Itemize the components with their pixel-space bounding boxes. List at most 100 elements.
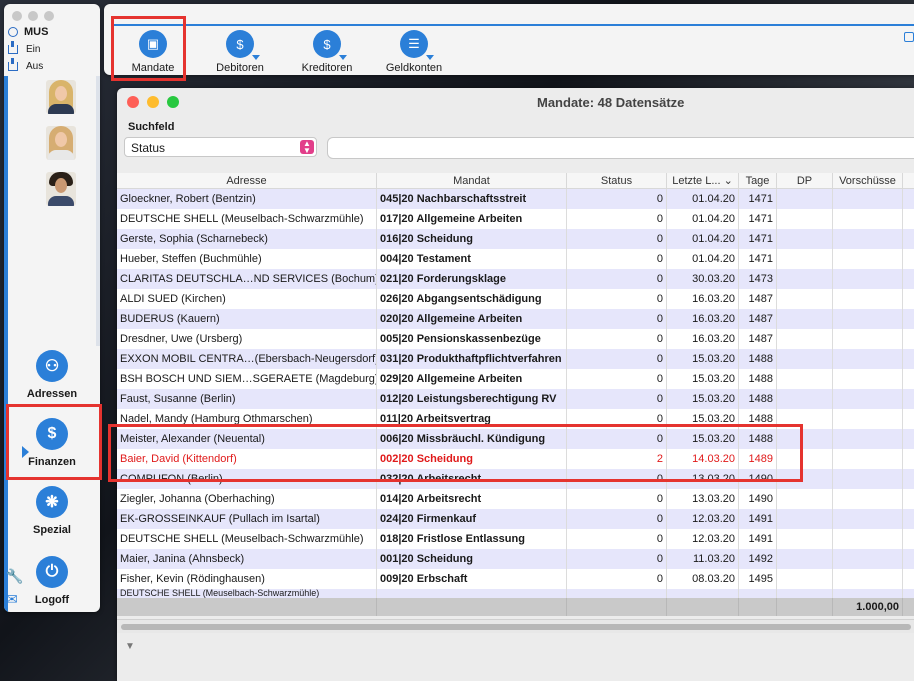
cell-adresse: DEUTSCHE SHELL (Meuselbach-Schwarzmühle) <box>117 209 377 229</box>
cell-tage: 1495 <box>739 569 777 589</box>
table-footer: 1.000,00 <box>117 598 914 616</box>
nav-finanzen[interactable]: $ Finanzen <box>4 418 100 468</box>
table-row[interactable]: DEUTSCHE SHELL (Meuselbach-Schwarzmühle)… <box>117 529 914 549</box>
horizontal-scrollbar[interactable] <box>117 619 914 633</box>
cell-tage: 1488 <box>739 349 777 369</box>
nav-spezial[interactable]: ❋ Spezial <box>4 486 100 536</box>
cell-vorschuesse <box>833 529 903 549</box>
table-row[interactable]: Maier, Janina (Ahnsbeck) 001|20 Scheidung… <box>117 549 914 569</box>
table-row[interactable]: Baier, David (Kittendorf) 002|20 Scheidun… <box>117 449 914 469</box>
wrench-icon[interactable]: 🔧 <box>6 568 23 585</box>
tool-icons: 🔧 ✉ <box>6 568 23 608</box>
table-row[interactable]: EK-GROSSEINKAUF (Pullach im Isartal) 024|… <box>117 509 914 529</box>
close-button[interactable] <box>12 11 22 21</box>
nav-adressen[interactable]: ⚇ Adressen <box>4 350 100 400</box>
toolbar-geldkonten[interactable]: ☰ Geldkonten <box>379 30 449 74</box>
table-row-partial[interactable]: DEUTSCHE SHELL (Meuselbach-Schwarzmühle) <box>117 589 914 598</box>
power-icon: ⏻ <box>36 556 68 588</box>
cell-adresse: DEUTSCHE SHELL (Meuselbach-Schwarzmühle) <box>117 529 377 549</box>
toolbar-kreditoren[interactable]: $ Kreditoren <box>292 30 362 74</box>
cell-status: 0 <box>567 429 667 449</box>
screen-icon[interactable] <box>904 32 914 42</box>
cell-mandat: 016|20 Scheidung <box>377 229 567 249</box>
cell-dp <box>777 489 833 509</box>
toolbar-geldkonten-label: Geldkonten <box>385 62 443 74</box>
col-adresse[interactable]: Adresse <box>117 173 377 188</box>
cell-vorschuesse <box>833 329 903 349</box>
table-row[interactable]: CLARITAS DEUTSCHLA…ND SERVICES (Bochum) 0… <box>117 269 914 289</box>
table-row[interactable]: Hueber, Steffen (Buchmühle) 004|20 Testam… <box>117 249 914 269</box>
cell-rest <box>903 309 914 329</box>
suchfeld-label: Suchfeld <box>128 121 175 133</box>
mail-icon[interactable]: ✉ <box>6 591 23 608</box>
cell-mandat: 021|20 Forderungsklage <box>377 269 567 289</box>
cell-vorschuesse <box>833 289 903 309</box>
avatar[interactable] <box>46 172 76 206</box>
cell-dp <box>777 549 833 569</box>
clock-in-button[interactable]: Ein <box>8 41 41 55</box>
cell-rest <box>903 489 914 509</box>
cell-adresse: EK-GROSSEINKAUF (Pullach im Isartal) <box>117 509 377 529</box>
table-row[interactable]: Fisher, Kevin (Rödinghausen) 009|20 Erbsc… <box>117 569 914 589</box>
avatar[interactable] <box>46 80 76 114</box>
table-row[interactable]: Meister, Alexander (Neuental) 006|20 Miss… <box>117 429 914 449</box>
cell-letzte: 12.03.20 <box>667 509 739 529</box>
cell-dp <box>777 529 833 549</box>
cell-rest <box>903 529 914 549</box>
people-icon: ⚇ <box>36 350 68 382</box>
col-vorschuesse[interactable]: Vorschüsse <box>833 173 903 188</box>
minimize-button[interactable] <box>28 11 38 21</box>
cell-adresse: Faust, Susanne (Berlin) <box>117 389 377 409</box>
table-row[interactable]: COMPUFON (Berlin) 032|20 Arbeitsrecht 0 13.… <box>117 469 914 489</box>
cell-status: 0 <box>567 229 667 249</box>
cell-status: 0 <box>567 389 667 409</box>
col-tage[interactable]: Tage <box>739 173 777 188</box>
minimize-button[interactable] <box>147 96 159 108</box>
user-name: MUS <box>24 26 49 38</box>
search-input[interactable] <box>327 137 914 159</box>
avatar[interactable] <box>46 126 76 160</box>
table-row[interactable]: Dresdner, Uwe (Ursberg) 005|20 Pensionska… <box>117 329 914 349</box>
cell-rest <box>903 209 914 229</box>
col-status[interactable]: Status <box>567 173 667 188</box>
table-row[interactable]: Nadel, Mandy (Hamburg Othmarschen) 011|20… <box>117 409 914 429</box>
table-row[interactable]: EXXON MOBIL CENTRA…(Ebersbach-Neugersdor… <box>117 349 914 369</box>
cell-vorschuesse <box>833 249 903 269</box>
table-row[interactable]: ALDI SUED (Kirchen) 026|20 Abgangsentschä… <box>117 289 914 309</box>
table-row[interactable]: BSH BOSCH UND SIEM…SGERAETE (Magdeburg) 0… <box>117 369 914 389</box>
table-row[interactable]: Ziegler, Johanna (Oberhaching) 014|20 Arb… <box>117 489 914 509</box>
disclosure-triangle-icon[interactable]: ▼ <box>125 641 135 652</box>
close-button[interactable] <box>127 96 139 108</box>
table-row[interactable]: Gerste, Sophia (Scharnebeck) 016|20 Schei… <box>117 229 914 249</box>
cell-tage: 1488 <box>739 389 777 409</box>
cell-vorschuesse <box>833 469 903 489</box>
toolbar-mandate-label: Mandate <box>131 62 175 74</box>
zoom-button[interactable] <box>44 11 54 21</box>
zoom-button[interactable] <box>167 96 179 108</box>
toolbar-debitoren[interactable]: $ Debitoren <box>205 30 275 74</box>
col-dp[interactable]: DP <box>777 173 833 188</box>
ein-label: Ein <box>26 44 41 55</box>
toolbar-mandate[interactable]: ▣ Mandate <box>118 30 188 74</box>
col-mandat[interactable]: Mandat <box>377 173 567 188</box>
cell-mandat: 031|20 Produkthaftpflichtverfahren <box>377 349 567 369</box>
table-row[interactable]: DEUTSCHE SHELL (Meuselbach-Schwarzmühle)… <box>117 209 914 229</box>
table-row[interactable]: Gloeckner, Robert (Bentzin) 045|20 Nachba… <box>117 189 914 209</box>
table-row[interactable]: BUDERUS (Kauern) 020|20 Allgemeine Arbeit… <box>117 309 914 329</box>
table-row[interactable]: Faust, Susanne (Berlin) 012|20 Leistungsb… <box>117 389 914 409</box>
cell-vorschuesse <box>833 429 903 449</box>
col-letzte[interactable]: Letzte L... ⌄ <box>667 173 739 188</box>
toolbar-debitoren-label: Debitoren <box>216 62 264 74</box>
cell-vorschuesse <box>833 269 903 289</box>
suchfeld-select[interactable]: Status ▲ ▼ <box>124 137 317 157</box>
cell-dp <box>777 189 833 209</box>
cell-status: 0 <box>567 569 667 589</box>
cell-mandat: 004|20 Testament <box>377 249 567 269</box>
cell-status: 0 <box>567 289 667 309</box>
clock-out-button[interactable]: Aus <box>8 58 43 72</box>
cell-mandat: 006|20 Missbräuchl. Kündigung <box>377 429 567 449</box>
cell-letzte: 14.03.20 <box>667 449 739 469</box>
sidebar-scrollbar[interactable] <box>96 76 100 346</box>
cell-vorschuesse <box>833 369 903 389</box>
cell-vorschuesse <box>833 549 903 569</box>
